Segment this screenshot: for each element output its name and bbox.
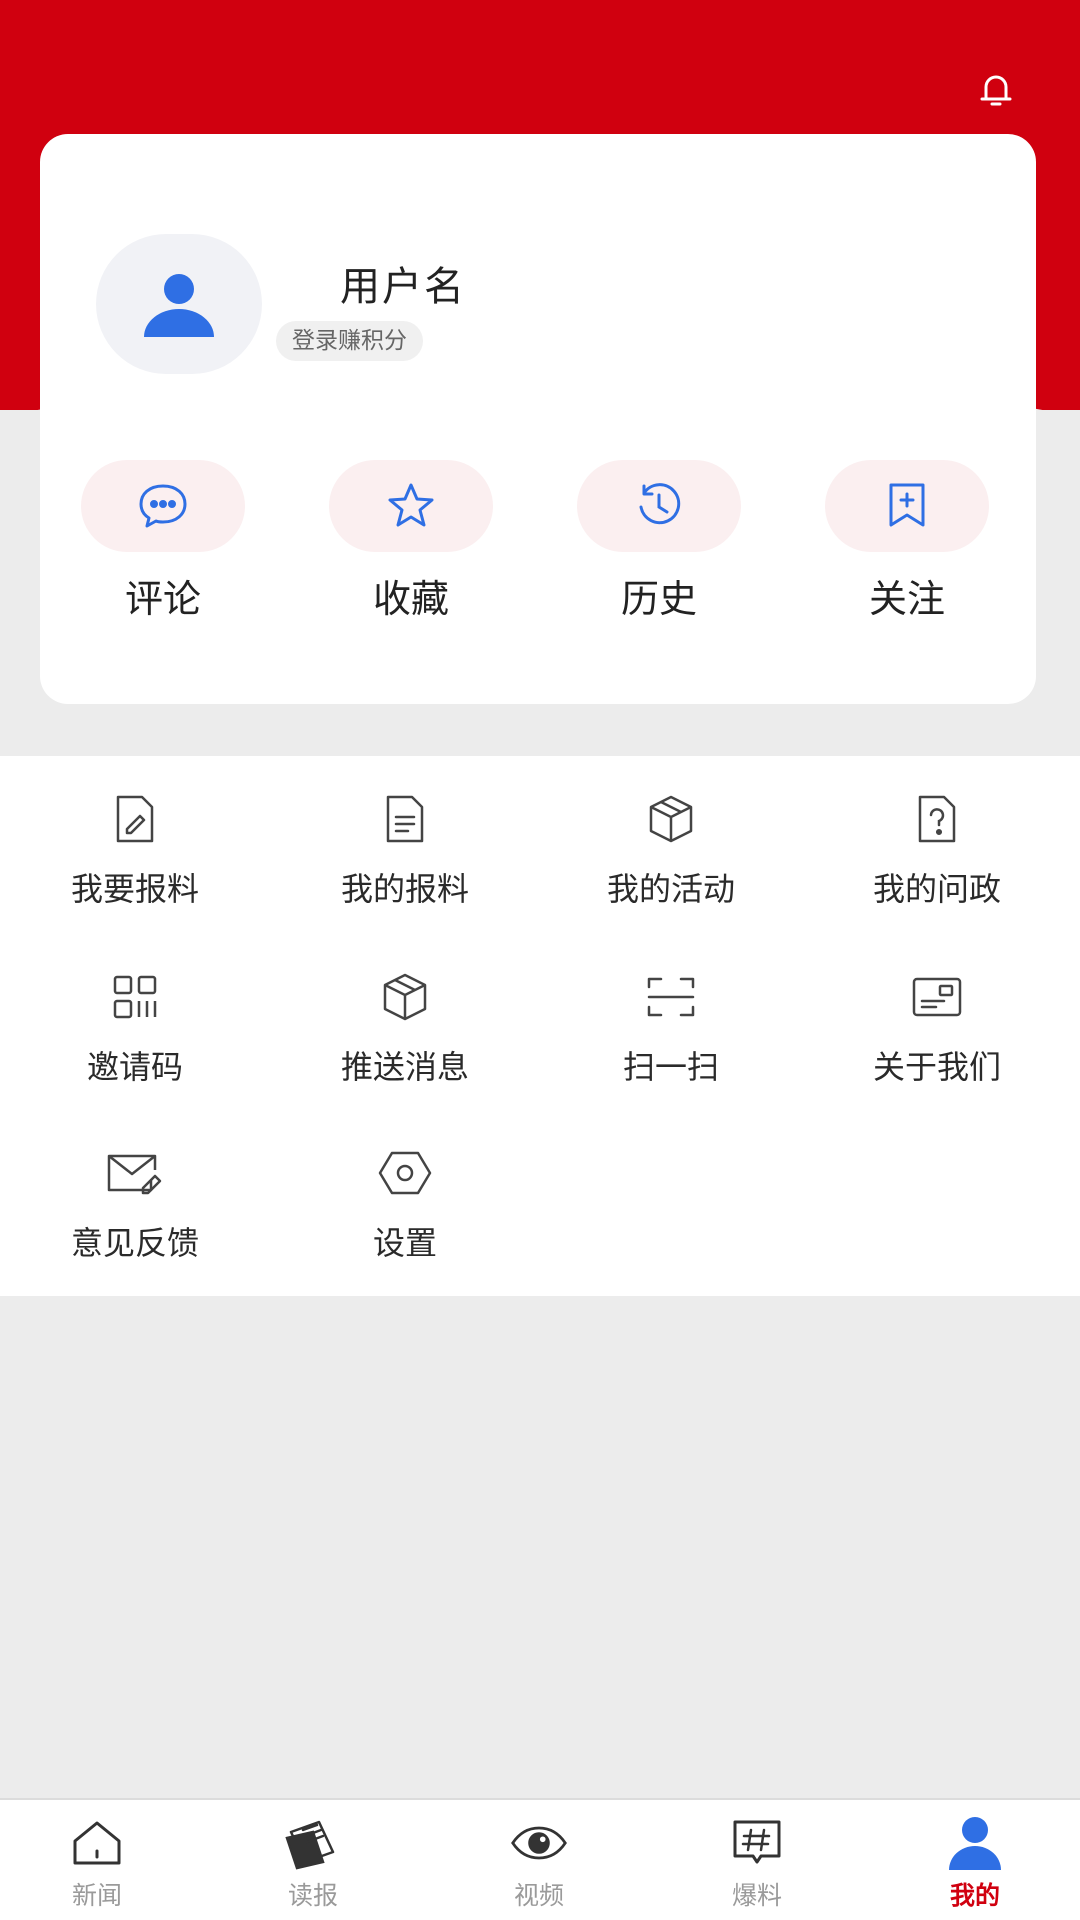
menu-push-messages[interactable]: 推送消息 [290, 966, 520, 1088]
menu-label: 扫一扫 [622, 1048, 719, 1086]
tab-label: 新闻 [71, 1881, 122, 1910]
login-points-tag[interactable]: 登录赚积分 [276, 321, 423, 361]
user-icon [945, 1814, 1005, 1872]
profile-card: 用户名 登录赚积分 评论 收藏 历史 关注 [40, 134, 1036, 704]
quick-comment-label: 评论 [124, 577, 201, 621]
id-card-icon [902, 966, 972, 1028]
menu-label: 设置 [372, 1224, 437, 1262]
menu-label: 邀请码 [86, 1048, 183, 1086]
quick-actions: 评论 收藏 历史 关注 [40, 460, 1036, 623]
menu-label: 意见反馈 [70, 1224, 199, 1262]
menu-my-tips[interactable]: 我的报料 [290, 788, 520, 910]
tab-label: 我的 [949, 1881, 1000, 1910]
doc-icon [370, 788, 440, 850]
quick-follow[interactable]: 关注 [822, 460, 992, 623]
quick-favorite[interactable]: 收藏 [326, 460, 496, 623]
bottom-tab-bar: 新闻 读报 视频 爆料 我的 [0, 1798, 1080, 1920]
edit-doc-icon [100, 788, 170, 850]
user-icon [144, 274, 214, 337]
scan-icon [636, 966, 706, 1028]
quick-history[interactable]: 历史 [574, 460, 744, 623]
tab-newspaper[interactable]: 读报 [238, 1814, 388, 1912]
menu-my-activities[interactable]: 我的活动 [556, 788, 786, 910]
question-doc-icon [902, 788, 972, 850]
menu-feedback[interactable]: 意见反馈 [20, 1142, 250, 1264]
tab-label: 爆料 [731, 1881, 782, 1910]
eye-icon [509, 1814, 569, 1872]
menu-my-inquiries[interactable]: 我的问政 [822, 788, 1052, 910]
menu-about-us[interactable]: 关于我们 [822, 966, 1052, 1088]
menu-grid: 我要报料 我的报料 我的活动 我的问政 邀请码 推送消息 扫一扫 关于我们 意见… [0, 756, 1080, 1296]
bell-icon[interactable] [974, 68, 1018, 112]
menu-invite-code[interactable]: 邀请码 [20, 966, 250, 1088]
tab-news[interactable]: 新闻 [22, 1814, 172, 1912]
quick-comment[interactable]: 评论 [78, 460, 248, 623]
avatar[interactable] [96, 234, 262, 374]
bookmark-plus-icon [825, 460, 989, 552]
box-icon [636, 788, 706, 850]
username[interactable]: 用户名 [340, 254, 466, 312]
menu-label: 关于我们 [872, 1048, 1001, 1086]
menu-scan[interactable]: 扫一扫 [556, 966, 786, 1088]
menu-label: 我的活动 [606, 870, 735, 908]
tab-video[interactable]: 视频 [464, 1814, 614, 1912]
mail-edit-icon [100, 1142, 170, 1204]
tab-label: 视频 [513, 1881, 564, 1910]
tab-tip-off[interactable]: 爆料 [682, 1814, 832, 1912]
menu-label: 我要报料 [70, 870, 199, 908]
clock-icon [577, 460, 741, 552]
menu-settings[interactable]: 设置 [290, 1142, 520, 1264]
hashtag-icon [727, 1814, 787, 1872]
menu-label: 推送消息 [340, 1048, 469, 1086]
hexagon-settings-icon [370, 1142, 440, 1204]
tab-mine[interactable]: 我的 [900, 1814, 1050, 1912]
menu-label: 我的问政 [872, 870, 1001, 908]
quick-favorite-label: 收藏 [372, 577, 449, 621]
box-icon [370, 966, 440, 1028]
star-icon [329, 460, 493, 552]
tab-label: 读报 [287, 1881, 338, 1910]
qrcode-icon [100, 966, 170, 1028]
home-icon [67, 1814, 127, 1872]
quick-history-label: 历史 [620, 577, 697, 621]
quick-follow-label: 关注 [868, 577, 945, 621]
menu-label: 我的报料 [340, 870, 469, 908]
menu-submit-tip[interactable]: 我要报料 [20, 788, 250, 910]
newspaper-icon [283, 1814, 343, 1872]
comment-icon [81, 460, 245, 552]
